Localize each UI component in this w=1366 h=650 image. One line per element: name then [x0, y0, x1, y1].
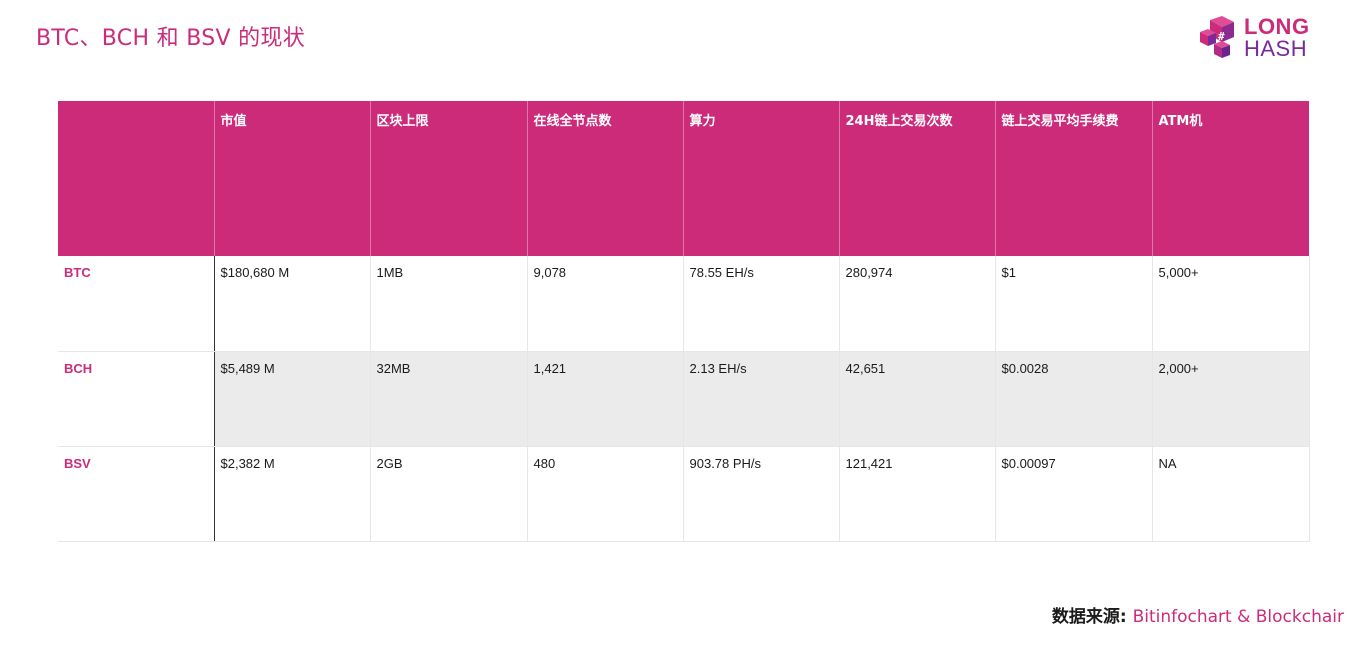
column-header-24h-transactions: 24H链上交易次数 [839, 101, 996, 256]
cell-hashrate: 78.55 EH/s [683, 256, 840, 352]
cell-market-cap: $180,680 M [214, 256, 371, 352]
cell-avg-fee: $0.0028 [995, 351, 1153, 447]
cell-market-cap: $2,382 M [214, 446, 371, 542]
cell-block-limit: 32MB [370, 351, 528, 447]
comparison-table: 市值 区块上限 在线全节点数 算力 24H链上交易次数 链上交易平均手续费 AT… [58, 101, 1310, 542]
column-header-block-limit: 区块上限 [370, 101, 528, 256]
column-header-corner [58, 101, 215, 256]
cell-full-nodes: 9,078 [527, 256, 684, 352]
logo-word-long: LONG [1244, 14, 1310, 39]
cell-avg-fee: $1 [995, 256, 1153, 352]
table-row: BSV $2,382 M 2GB 480 903.78 PH/s 121,421… [58, 446, 1310, 542]
svg-text:#: # [1218, 30, 1225, 43]
data-source-value: Bitinfochart & Blockchair [1132, 607, 1344, 627]
page-title: BTC、BCH 和 BSV 的现状 [36, 26, 306, 51]
cell-hashrate: 2.13 EH/s [683, 351, 840, 447]
cell-full-nodes: 1,421 [527, 351, 684, 447]
cell-block-limit: 1MB [370, 256, 528, 352]
cell-hashrate: 903.78 PH/s [683, 446, 840, 542]
column-header-full-nodes: 在线全节点数 [527, 101, 684, 256]
cell-avg-fee: $0.00097 [995, 446, 1153, 542]
cell-market-cap: $5,489 M [214, 351, 371, 447]
column-header-avg-fee: 链上交易平均手续费 [995, 101, 1153, 256]
table-header-row: 市值 区块上限 在线全节点数 算力 24H链上交易次数 链上交易平均手续费 AT… [58, 101, 1309, 256]
cell-atm: 2,000+ [1152, 351, 1310, 447]
row-label-bch: BCH [58, 351, 215, 447]
table-row: BCH $5,489 M 32MB 1,421 2.13 EH/s 42,651… [58, 351, 1310, 447]
cell-24h-transactions: 42,651 [839, 351, 996, 447]
row-label-btc: BTC [58, 256, 215, 352]
column-header-market-cap: 市值 [214, 101, 371, 256]
column-header-hashrate: 算力 [683, 101, 840, 256]
longhash-cube-icon: # [1200, 16, 1234, 58]
cell-full-nodes: 480 [527, 446, 684, 542]
logo-word-hash: HASH [1244, 36, 1308, 61]
cell-atm: NA [1152, 446, 1310, 542]
data-source-note: 数据来源: Bitinfochart & Blockchair [1052, 602, 1344, 627]
row-label-bsv: BSV [58, 446, 215, 542]
cell-block-limit: 2GB [370, 446, 528, 542]
data-source-label: 数据来源: [1051, 607, 1133, 627]
column-header-atm: ATM机 [1152, 101, 1309, 256]
longhash-logo: # LONG HASH [1196, 14, 1316, 62]
cell-atm: 5,000+ [1152, 256, 1310, 352]
cell-24h-transactions: 280,974 [839, 256, 996, 352]
cell-24h-transactions: 121,421 [839, 446, 996, 542]
table-row: BTC $180,680 M 1MB 9,078 78.55 EH/s 280,… [58, 256, 1310, 352]
